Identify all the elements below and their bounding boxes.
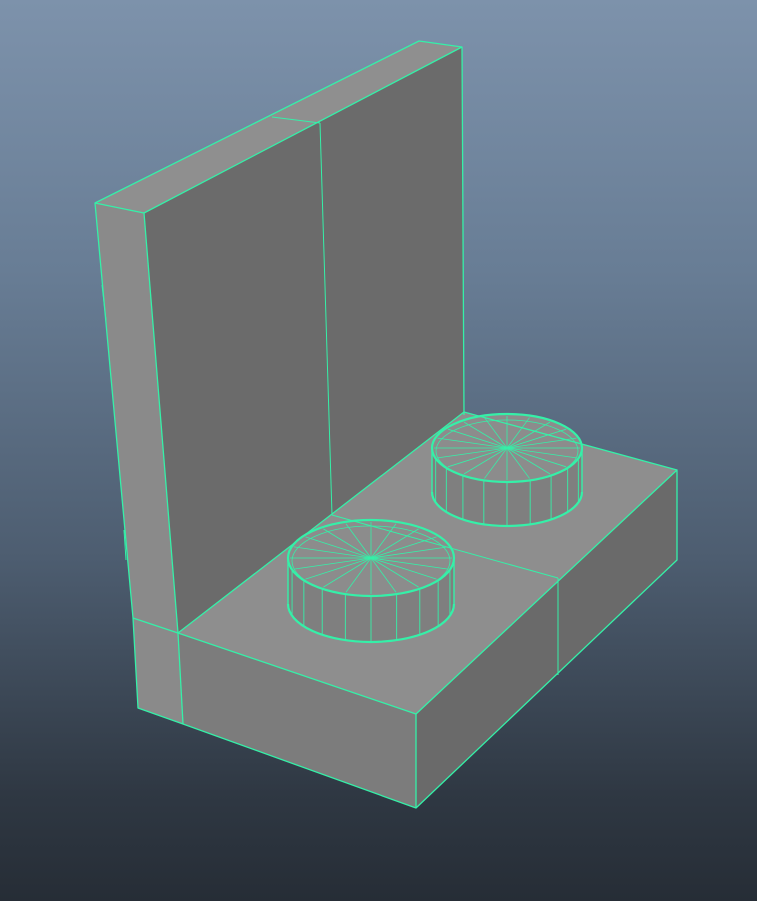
stud-2[interactable] [430,412,584,528]
bracket-mesh[interactable] [0,0,757,901]
base-left-side-face [133,618,183,724]
viewport-3d[interactable] [0,0,757,901]
stud-1[interactable] [286,518,456,644]
